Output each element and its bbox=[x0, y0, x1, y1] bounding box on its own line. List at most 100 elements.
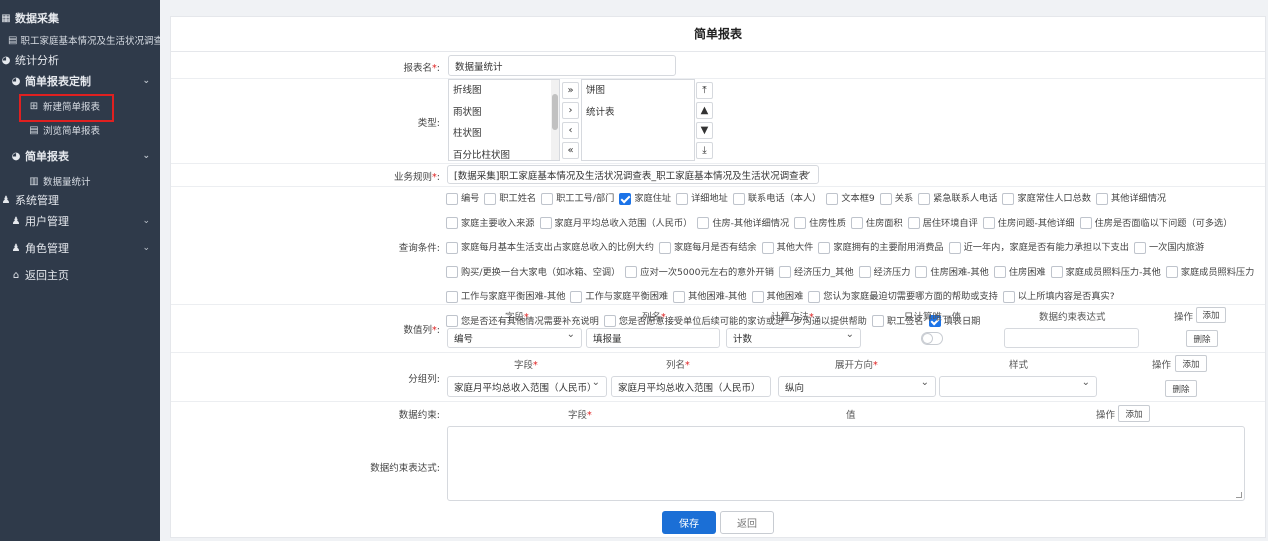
checkbox-icon[interactable] bbox=[918, 192, 931, 205]
add-data-column-button[interactable]: 添加 bbox=[1196, 307, 1226, 323]
expand-direction-select[interactable]: 纵向 bbox=[778, 376, 936, 397]
query-condition-checkbox[interactable]: 联系电话（本人） bbox=[732, 188, 821, 209]
query-condition-checkbox[interactable]: 住房-其他详细情况 bbox=[697, 213, 789, 234]
query-condition-checkbox[interactable]: 住房面积 bbox=[850, 213, 903, 234]
checkbox-icon[interactable] bbox=[1079, 217, 1092, 229]
checkbox-icon[interactable] bbox=[871, 315, 884, 327]
group-column-name-input[interactable]: 家庭月平均总收入范围（人民币） bbox=[611, 376, 771, 397]
move-all-left-button[interactable]: « bbox=[562, 142, 579, 159]
query-condition-checkbox[interactable]: 家庭月平均总收入范围（人民币） bbox=[539, 213, 692, 234]
checkbox-icon[interactable] bbox=[732, 192, 745, 205]
report-name-input[interactable]: 数据量统计 bbox=[448, 55, 676, 76]
calc-method-select[interactable]: 计数 bbox=[726, 328, 861, 348]
sidebar-item-home[interactable]: ⌂ 返回主页 bbox=[10, 265, 160, 285]
scrollbar-thumb[interactable] bbox=[552, 94, 558, 130]
sidebar-item-user-admin[interactable]: ♟ 用户管理 ⌄ bbox=[10, 211, 160, 231]
unique-toggle[interactable] bbox=[921, 332, 943, 345]
checkbox-icon[interactable] bbox=[850, 217, 863, 229]
move-top-button[interactable]: ⤒ bbox=[696, 82, 713, 99]
delete-group-column-button[interactable]: 删除 bbox=[1165, 380, 1197, 397]
checkbox-checked-icon[interactable] bbox=[619, 192, 632, 205]
checkbox-icon[interactable] bbox=[778, 266, 791, 278]
query-condition-checkbox[interactable]: 住房困难-其他 bbox=[915, 262, 989, 283]
checkbox-icon[interactable] bbox=[751, 290, 764, 303]
query-condition-checkbox[interactable]: 经济压力_其他 bbox=[778, 262, 854, 283]
checkbox-icon[interactable] bbox=[1165, 266, 1178, 278]
move-all-right-button[interactable]: » bbox=[562, 82, 579, 99]
checkbox-icon[interactable] bbox=[539, 217, 552, 229]
checkbox-icon[interactable] bbox=[1134, 241, 1146, 254]
business-rule-select[interactable]: [数据采集]职工家庭基本情况及生活状况调查表_职工家庭基本情况及生活状况调查表 bbox=[447, 165, 819, 184]
save-button[interactable]: 保存 bbox=[662, 511, 716, 534]
query-condition-checkbox[interactable]: 家庭成员照料压力 bbox=[1165, 262, 1254, 283]
checkbox-icon[interactable] bbox=[446, 241, 458, 254]
query-condition-checkbox[interactable]: 家庭成员照料压力-其他 bbox=[1050, 262, 1161, 283]
checkbox-icon[interactable] bbox=[541, 192, 554, 205]
query-condition-checkbox[interactable]: 近一年内，家庭是否有能力承担以下支出 bbox=[948, 237, 1129, 258]
query-condition-checkbox[interactable]: 家庭每月是否有结余 bbox=[658, 237, 757, 258]
sidebar-item-statistics[interactable]: ◕ 统计分析 bbox=[0, 50, 160, 70]
move-bottom-button[interactable]: ⤓ bbox=[696, 142, 713, 159]
query-condition-checkbox[interactable]: 编号 bbox=[446, 188, 479, 209]
checkbox-icon[interactable] bbox=[446, 315, 458, 327]
move-right-button[interactable]: › bbox=[562, 102, 579, 119]
sidebar-item-role-admin[interactable]: ♟ 角色管理 ⌄ bbox=[10, 238, 160, 258]
sidebar-item-system-admin[interactable]: ♟ 系统管理 bbox=[0, 190, 160, 210]
add-group-column-button[interactable]: 添加 bbox=[1175, 355, 1207, 372]
checkbox-icon[interactable] bbox=[858, 266, 871, 278]
checkbox-icon[interactable] bbox=[697, 217, 710, 229]
query-condition-checkbox[interactable]: 家庭主要收入来源 bbox=[446, 213, 535, 234]
checkbox-icon[interactable] bbox=[484, 192, 497, 205]
checkbox-icon[interactable] bbox=[1050, 266, 1063, 278]
list-item[interactable]: 柱状图 bbox=[449, 123, 559, 145]
sidebar-item-data-collection[interactable]: ▦ 数据采集 bbox=[0, 8, 160, 28]
checkbox-icon[interactable] bbox=[570, 290, 583, 303]
checkbox-icon[interactable] bbox=[915, 266, 928, 278]
checkbox-icon[interactable] bbox=[603, 315, 616, 327]
checkbox-icon[interactable] bbox=[794, 217, 807, 229]
query-condition-checkbox[interactable]: 住房性质 bbox=[794, 213, 846, 234]
selected-types-list[interactable]: 饼图 统计表 bbox=[581, 79, 695, 161]
checkbox-icon[interactable] bbox=[826, 192, 839, 205]
sidebar-item-browse-reports[interactable]: ▤ 浏览简单报表 bbox=[28, 120, 160, 140]
back-button[interactable]: 返回 bbox=[720, 511, 774, 534]
query-condition-checkbox[interactable]: 紧急联系人电话 bbox=[918, 188, 997, 209]
checkbox-icon[interactable] bbox=[993, 266, 1006, 278]
data-column-name-input[interactable]: 填报量 bbox=[586, 328, 720, 348]
sidebar-item-simple-report[interactable]: ◕ 简单报表 ⌄ bbox=[10, 146, 160, 166]
query-condition-checkbox[interactable]: 一次国内旅游 bbox=[1134, 237, 1204, 258]
available-types-list[interactable]: 折线图 雨状图 柱状图 百分比柱状图 bbox=[448, 79, 560, 161]
query-condition-checkbox[interactable]: 家庭住址 bbox=[619, 188, 671, 209]
checkbox-icon[interactable] bbox=[1095, 192, 1108, 205]
query-condition-checkbox[interactable]: 居住环境自评 bbox=[907, 213, 978, 234]
query-condition-checkbox[interactable]: 住房问题-其他详细 bbox=[982, 213, 1075, 234]
checkbox-icon[interactable] bbox=[446, 217, 458, 229]
checkbox-icon[interactable] bbox=[446, 192, 458, 205]
query-condition-checkbox[interactable]: 住房是否面临以下问题（可多选） bbox=[1079, 213, 1232, 234]
query-condition-checkbox[interactable]: 应对一次5000元左右的意外开销 bbox=[625, 262, 774, 283]
query-condition-checkbox[interactable]: 关系 bbox=[879, 188, 913, 209]
query-condition-checkbox[interactable]: 家庭拥有的主要耐用消费品 bbox=[818, 237, 944, 258]
query-condition-checkbox[interactable]: 购买/更换一台大家电（如冰箱、空调） bbox=[446, 262, 620, 283]
checkbox-icon[interactable] bbox=[982, 217, 995, 229]
checkbox-icon[interactable] bbox=[1002, 192, 1015, 205]
sidebar-item-simple-report-custom[interactable]: ◕ 简单报表定制 ⌄ bbox=[10, 71, 160, 91]
checkbox-icon[interactable] bbox=[625, 266, 638, 278]
constraint-expression-textarea[interactable] bbox=[447, 426, 1245, 501]
checkbox-icon[interactable] bbox=[673, 290, 686, 303]
data-constraint-input[interactable] bbox=[1004, 328, 1139, 348]
list-item[interactable]: 统计表 bbox=[582, 102, 694, 124]
query-condition-checkbox[interactable]: 住房困难 bbox=[993, 262, 1046, 283]
list-item[interactable]: 折线图 bbox=[449, 80, 559, 102]
query-condition-checkbox[interactable]: 其他详细情况 bbox=[1095, 188, 1166, 209]
query-condition-checkbox[interactable]: 文本框9 bbox=[826, 188, 875, 209]
query-condition-checkbox[interactable]: 其他大件 bbox=[761, 237, 813, 258]
query-condition-checkbox[interactable]: 经济压力 bbox=[858, 262, 910, 283]
group-column-field-select[interactable]: 家庭月平均总收入范围（人民币） bbox=[447, 376, 607, 397]
scrollbar[interactable] bbox=[551, 80, 559, 160]
move-left-button[interactable]: ‹ bbox=[562, 122, 579, 139]
query-condition-checkbox[interactable]: 家庭常住人口总数 bbox=[1002, 188, 1091, 209]
query-condition-checkbox[interactable]: 职工工号/部门 bbox=[541, 188, 614, 209]
move-down-button[interactable]: ▼ bbox=[696, 122, 713, 139]
checkbox-icon[interactable] bbox=[446, 290, 458, 303]
